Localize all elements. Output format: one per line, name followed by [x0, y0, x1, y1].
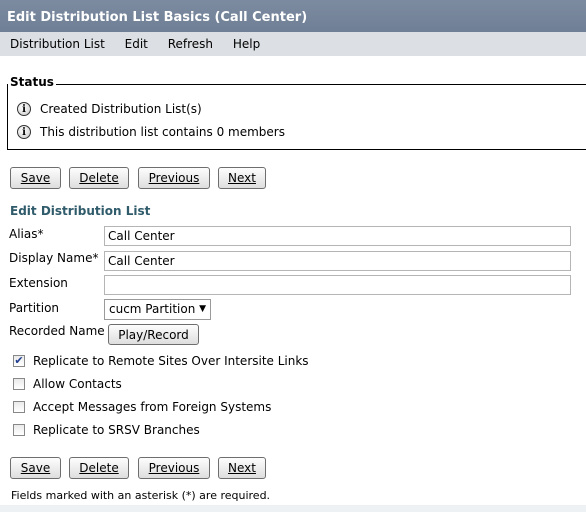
status-message-row: i This distribution list contains 0 memb… — [17, 122, 285, 142]
alias-label: Alias* — [9, 227, 44, 241]
next-button[interactable]: Next — [218, 457, 266, 479]
display-name-field[interactable]: Call Center — [104, 251, 571, 271]
status-message-row: i Created Distribution List(s) — [17, 99, 202, 119]
menu-refresh[interactable]: Refresh — [168, 32, 213, 56]
status-message: This distribution list contains 0 member… — [40, 125, 285, 139]
partition-select[interactable]: cucm Partition ▼ — [104, 299, 211, 320]
replicate-srsv-checkbox[interactable] — [13, 424, 25, 436]
option-label: Replicate to Remote Sites Over Intersite… — [33, 354, 309, 368]
replicate-remote-checkbox[interactable]: ✔ — [13, 355, 25, 367]
extension-label: Extension — [9, 276, 68, 290]
info-icon: i — [17, 125, 31, 139]
previous-button[interactable]: Previous — [138, 167, 210, 189]
accept-foreign-checkbox[interactable] — [13, 401, 25, 413]
partition-select-value: cucm Partition — [109, 302, 196, 316]
menu-distribution-list[interactable]: Distribution List — [10, 32, 105, 56]
alias-field[interactable]: Call Center — [104, 226, 571, 246]
section-title: Edit Distribution List — [10, 204, 151, 218]
option-label: Replicate to SRSV Branches — [33, 423, 200, 437]
option-label: Allow Contacts — [33, 377, 122, 391]
previous-button[interactable]: Previous — [138, 457, 210, 479]
menu-edit[interactable]: Edit — [125, 32, 148, 56]
play-record-button[interactable]: Play/Record — [108, 324, 199, 345]
option-label: Accept Messages from Foreign Systems — [33, 400, 272, 414]
recorded-name-label: Recorded Name — [9, 324, 105, 338]
status-legend: Status — [8, 75, 56, 89]
next-button[interactable]: Next — [218, 167, 266, 189]
status-message: Created Distribution List(s) — [40, 102, 202, 116]
option-row: ✔ Replicate to Remote Sites Over Intersi… — [13, 353, 309, 369]
menu-bar: Distribution List Edit Refresh Help — [0, 32, 586, 56]
menu-help[interactable]: Help — [233, 32, 260, 56]
save-button[interactable]: Save — [10, 167, 61, 189]
allow-contacts-checkbox[interactable] — [13, 378, 25, 390]
info-icon: i — [17, 102, 31, 116]
option-row: Accept Messages from Foreign Systems — [13, 399, 271, 415]
option-row: Allow Contacts — [13, 376, 122, 392]
footer-bar — [0, 505, 586, 512]
delete-button[interactable]: Delete — [69, 457, 129, 479]
delete-button[interactable]: Delete — [69, 167, 129, 189]
extension-field[interactable] — [104, 275, 571, 295]
save-button[interactable]: Save — [10, 457, 61, 479]
option-row: Replicate to SRSV Branches — [13, 422, 200, 438]
chevron-down-icon: ▼ — [199, 304, 206, 314]
partition-label: Partition — [9, 301, 60, 315]
page-title: Edit Distribution List Basics (Call Cent… — [0, 0, 586, 32]
display-name-label: Display Name* — [9, 251, 99, 265]
